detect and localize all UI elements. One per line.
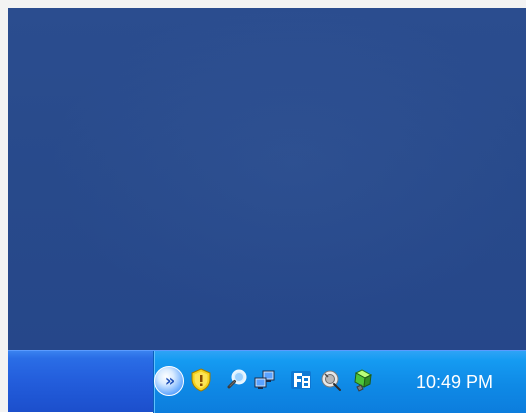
screen: » 10:49 PM bbox=[0, 0, 526, 413]
network-icon[interactable] bbox=[252, 367, 278, 393]
safely-remove-hardware-icon[interactable] bbox=[350, 367, 376, 393]
chevron-right-icon: » bbox=[164, 371, 176, 390]
search-icon[interactable] bbox=[224, 367, 250, 393]
notification-area: » 10:49 PM bbox=[153, 351, 526, 413]
ime-language-icon[interactable] bbox=[288, 367, 314, 393]
clock[interactable]: 10:49 PM bbox=[416, 371, 524, 393]
desktop[interactable] bbox=[8, 8, 526, 350]
taskbar[interactable]: » 10:49 PM bbox=[8, 350, 526, 413]
volume-icon[interactable] bbox=[318, 367, 344, 393]
security-center-icon[interactable] bbox=[188, 367, 214, 393]
show-hidden-icons-button[interactable]: » bbox=[154, 366, 184, 396]
